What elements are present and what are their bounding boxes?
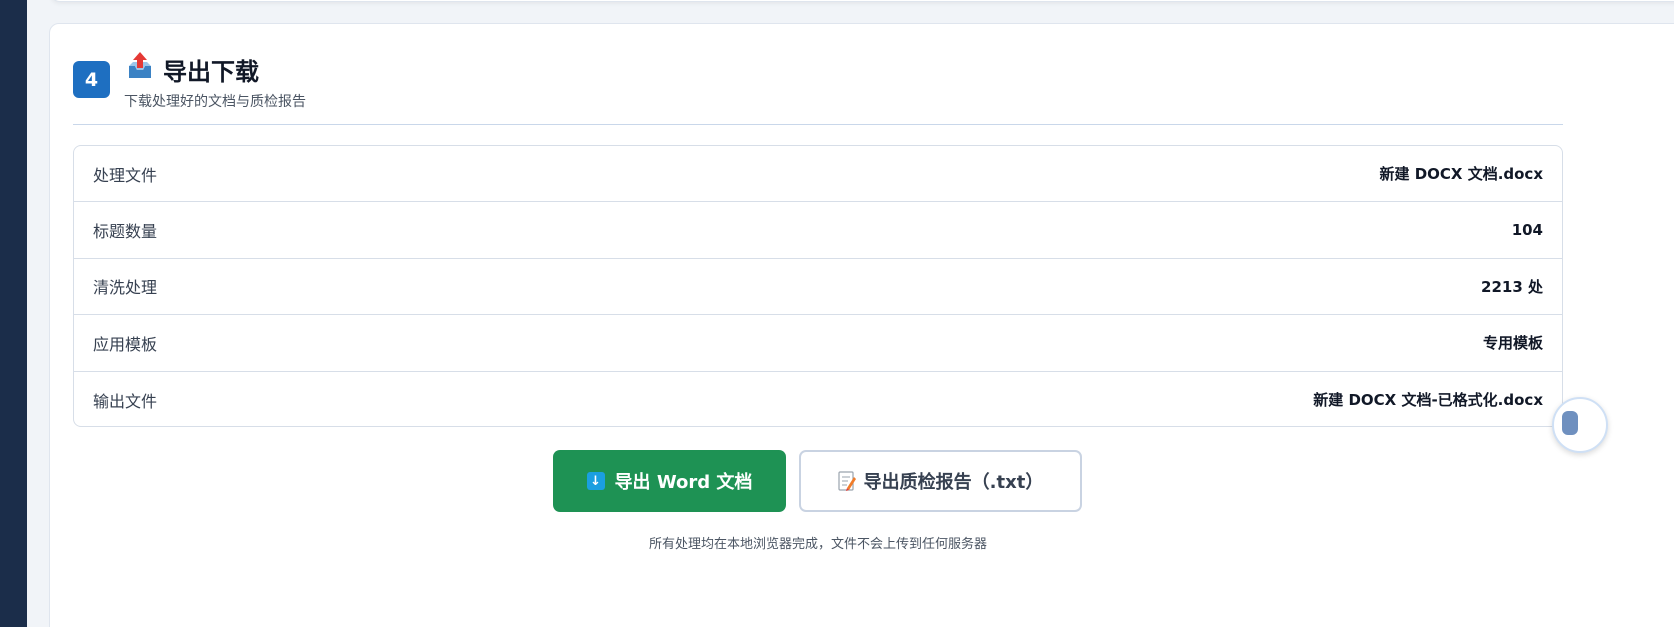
row-value: 专用模板 xyxy=(1482,334,1543,353)
export-word-button[interactable]: ↓ 导出 Word 文档 xyxy=(553,450,786,512)
row-value: 104 xyxy=(1511,221,1543,240)
summary-table: 处理文件 新建 DOCX 文档.docx 标题数量 104 清洗处理 2213 … xyxy=(73,145,1563,427)
summary-row-cleanup-count: 清洗处理 2213 处 xyxy=(74,259,1562,316)
row-label: 处理文件 xyxy=(93,165,158,185)
step-number-badge: 4 xyxy=(73,61,110,98)
outbox-tray-icon xyxy=(129,52,151,78)
floating-assistant-button[interactable] xyxy=(1552,397,1608,453)
previous-section-card xyxy=(50,0,1674,2)
summary-row-template: 应用模板 专用模板 xyxy=(74,315,1562,372)
summary-row-output-file: 输出文件 新建 DOCX 文档-已格式化.docx xyxy=(74,372,1562,426)
row-label: 应用模板 xyxy=(93,334,158,354)
summary-row-source-file: 处理文件 新建 DOCX 文档.docx xyxy=(74,146,1562,203)
section-title: 导出下载 xyxy=(163,58,259,86)
export-report-label: 导出质检报告（.txt） xyxy=(863,472,1044,493)
summary-row-heading-count: 标题数量 104 xyxy=(74,202,1562,259)
row-value: 新建 DOCX 文档.docx xyxy=(1379,165,1543,184)
export-section-card: 4 导出下载 下载处理好的文档与质检报告 处理文件 新建 DOCX 文档.doc… xyxy=(49,23,1674,627)
row-value: 2213 处 xyxy=(1481,277,1543,296)
download-arrow-icon: ↓ xyxy=(586,472,605,490)
privacy-footnote: 所有处理均在本地浏览器完成，文件不会上传到任何服务器 xyxy=(648,537,987,552)
memo-icon xyxy=(838,471,856,491)
row-label: 清洗处理 xyxy=(93,278,158,298)
export-report-button[interactable]: 导出质检报告（.txt） xyxy=(799,450,1082,512)
row-value: 新建 DOCX 文档-已格式化.docx xyxy=(1313,391,1543,410)
section-divider xyxy=(73,124,1563,125)
assistant-icon xyxy=(1562,411,1578,435)
section-subtitle: 下载处理好的文档与质检报告 xyxy=(124,94,306,110)
left-sidebar-rail xyxy=(0,0,27,627)
row-label: 标题数量 xyxy=(93,222,158,242)
export-word-label: 导出 Word 文档 xyxy=(614,472,753,493)
row-label: 输出文件 xyxy=(93,391,158,411)
